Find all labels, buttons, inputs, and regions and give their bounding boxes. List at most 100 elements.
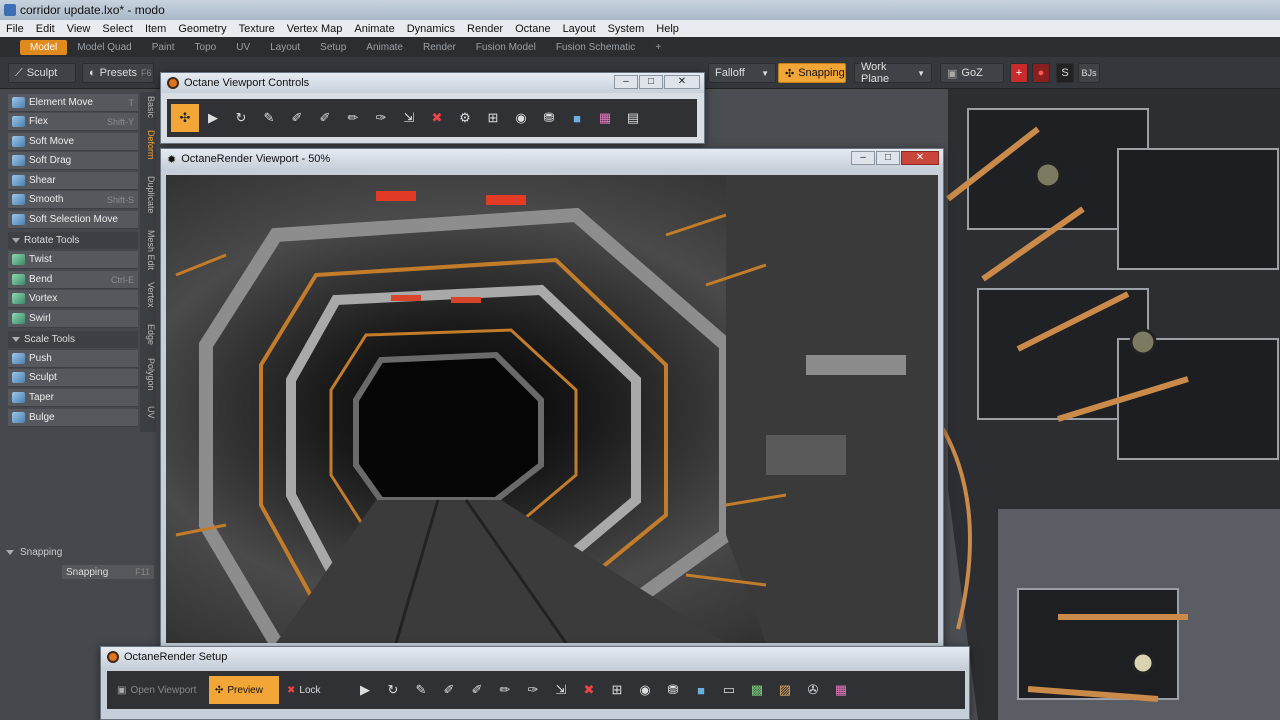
twist-tool[interactable]: Twist (8, 251, 138, 269)
vtab-mesh-edit[interactable]: Mesh Edit (140, 230, 156, 270)
sculpt-tool[interactable]: Sculpt (8, 369, 138, 387)
record-icon[interactable]: ● (1032, 63, 1050, 83)
falloff-dropdown[interactable]: Falloff ▼ (708, 63, 776, 83)
image-icon[interactable]: ▨ (771, 676, 799, 704)
menu-edit[interactable]: Edit (30, 23, 61, 35)
menu-layout[interactable]: Layout (557, 23, 602, 35)
restart-icon[interactable]: ↻ (227, 104, 255, 132)
vtab-duplicate[interactable]: Duplicate (140, 176, 156, 214)
work-plane-dropdown[interactable]: Work Plane ▼ (854, 61, 932, 85)
sculpt-button[interactable]: ⟋ Sculpt (8, 63, 76, 83)
white-balance-icon[interactable]: ✑ (519, 676, 547, 704)
vtab-edge[interactable]: Edge (140, 324, 156, 345)
script-icon[interactable]: S (1056, 63, 1074, 83)
bulge-tool[interactable]: Bulge (8, 409, 138, 427)
cube-icon[interactable]: ■ (563, 104, 591, 132)
material-picker-icon[interactable]: ✐ (463, 676, 491, 704)
autofocus-icon[interactable]: ✎ (407, 676, 435, 704)
menu-select[interactable]: Select (96, 23, 139, 35)
taper-tool[interactable]: Taper (8, 389, 138, 407)
sync-icon[interactable]: ⛃ (659, 676, 687, 704)
maximize-icon[interactable]: □ (876, 151, 900, 165)
camera-icon[interactable]: ◉ (631, 676, 659, 704)
tab-model[interactable]: Model (20, 39, 68, 55)
play-icon[interactable]: ▶ (199, 104, 227, 132)
white-balance-icon[interactable]: ✑ (367, 104, 395, 132)
soft-drag-tool[interactable]: Soft Drag (8, 152, 138, 170)
tab-animate[interactable]: Animate (356, 40, 413, 55)
tab-uv[interactable]: UV (226, 40, 260, 55)
bjs-button[interactable]: BJs (1078, 63, 1100, 83)
menu-view[interactable]: View (61, 23, 97, 35)
restart-icon[interactable]: ↻ (379, 676, 407, 704)
picker-icon[interactable]: ✐ (435, 676, 463, 704)
settings-icon[interactable]: ⚙ (451, 104, 479, 132)
material-picker-icon[interactable]: ✐ (311, 104, 339, 132)
rotate-tools-group[interactable]: Rotate Tools (8, 232, 138, 249)
tab-paint[interactable]: Paint (142, 40, 185, 55)
menu-file[interactable]: File (0, 23, 30, 35)
minimize-icon[interactable]: – (614, 75, 638, 89)
vtab-polygon[interactable]: Polygon (140, 358, 156, 391)
close-icon[interactable]: ✕ (901, 151, 939, 165)
menu-help[interactable]: Help (650, 23, 685, 35)
vortex-tool[interactable]: Vortex (8, 290, 138, 308)
octane-controls-titlebar[interactable]: Octane Viewport Controls – □ ✕ (161, 73, 704, 93)
render-setup-titlebar[interactable]: OctaneRender Setup (101, 647, 969, 667)
open-viewport-button[interactable]: ▣ Open Viewport (111, 676, 209, 704)
export-icon[interactable]: ⇲ (547, 676, 575, 704)
clear-icon[interactable]: ✖ (423, 104, 451, 132)
region-render-icon[interactable]: ⊞ (603, 676, 631, 704)
vtab-vertex[interactable]: Vertex (140, 282, 156, 308)
menu-texture[interactable]: Texture (233, 23, 281, 35)
tab-model-quad[interactable]: Model Quad (67, 40, 141, 55)
preview-mode-icon[interactable]: ✣ (171, 104, 199, 132)
add-icon[interactable]: + (1010, 63, 1028, 83)
close-icon[interactable]: ✕ (664, 75, 700, 89)
sync-icon[interactable]: ⛃ (535, 104, 563, 132)
menu-octane[interactable]: Octane (509, 23, 556, 35)
snapping-header[interactable]: Snapping (6, 547, 62, 558)
smooth-tool[interactable]: Smooth Shift-S (8, 191, 138, 209)
bend-tool[interactable]: Bend Ctrl-E (8, 271, 138, 289)
vtab-deform[interactable]: Deform (140, 130, 156, 160)
clear-icon[interactable]: ✖ (575, 676, 603, 704)
menu-animate[interactable]: Animate (348, 23, 400, 35)
render-output[interactable] (166, 175, 938, 643)
element-move-tool[interactable]: Element Move T (8, 94, 138, 112)
swirl-tool[interactable]: Swirl (8, 310, 138, 328)
tab-layout[interactable]: Layout (260, 40, 310, 55)
tab-render[interactable]: Render (413, 40, 466, 55)
autofocus-icon[interactable]: ✎ (255, 104, 283, 132)
gpu-icon[interactable]: ▩ (743, 676, 771, 704)
document-icon[interactable]: ▤ (619, 104, 647, 132)
menu-item[interactable]: Item (139, 23, 172, 35)
preview-button[interactable]: ✣ Preview (209, 676, 279, 704)
play-icon[interactable]: ▶ (351, 676, 379, 704)
export-icon[interactable]: ⇲ (395, 104, 423, 132)
terminal-icon[interactable]: ▭ (715, 676, 743, 704)
maximize-icon[interactable]: □ (639, 75, 663, 89)
focus-picker-icon[interactable]: ✏ (491, 676, 519, 704)
minimize-icon[interactable]: – (851, 151, 875, 165)
menu-system[interactable]: System (602, 23, 651, 35)
scale-tools-group[interactable]: Scale Tools (8, 331, 138, 348)
presets-button[interactable]: ◐ Presets F6 (82, 63, 154, 83)
tab-setup[interactable]: Setup (310, 40, 356, 55)
shear-tool[interactable]: Shear (8, 172, 138, 190)
soft-move-tool[interactable]: Soft Move (8, 133, 138, 151)
color-palette-icon[interactable]: ▦ (827, 676, 855, 704)
tab-fusion-model[interactable]: Fusion Model (466, 40, 546, 55)
vtab-basic[interactable]: Basic (140, 96, 156, 118)
menu-render[interactable]: Render (461, 23, 509, 35)
reel-icon[interactable]: ✇ (799, 676, 827, 704)
tab-topo[interactable]: Topo (185, 40, 227, 55)
goz-button[interactable]: ▣ GoZ (940, 63, 1004, 83)
snapping-toggle[interactable]: Snapping F11 (62, 565, 154, 579)
color-palette-icon[interactable]: ▦ (591, 104, 619, 132)
tab-add[interactable]: + (645, 40, 671, 55)
vtab-uv[interactable]: UV (140, 406, 156, 419)
snapping-button[interactable]: ✣ Snapping (778, 63, 846, 83)
menu-geometry[interactable]: Geometry (172, 23, 232, 35)
flex-tool[interactable]: Flex Shift-Y (8, 113, 138, 131)
